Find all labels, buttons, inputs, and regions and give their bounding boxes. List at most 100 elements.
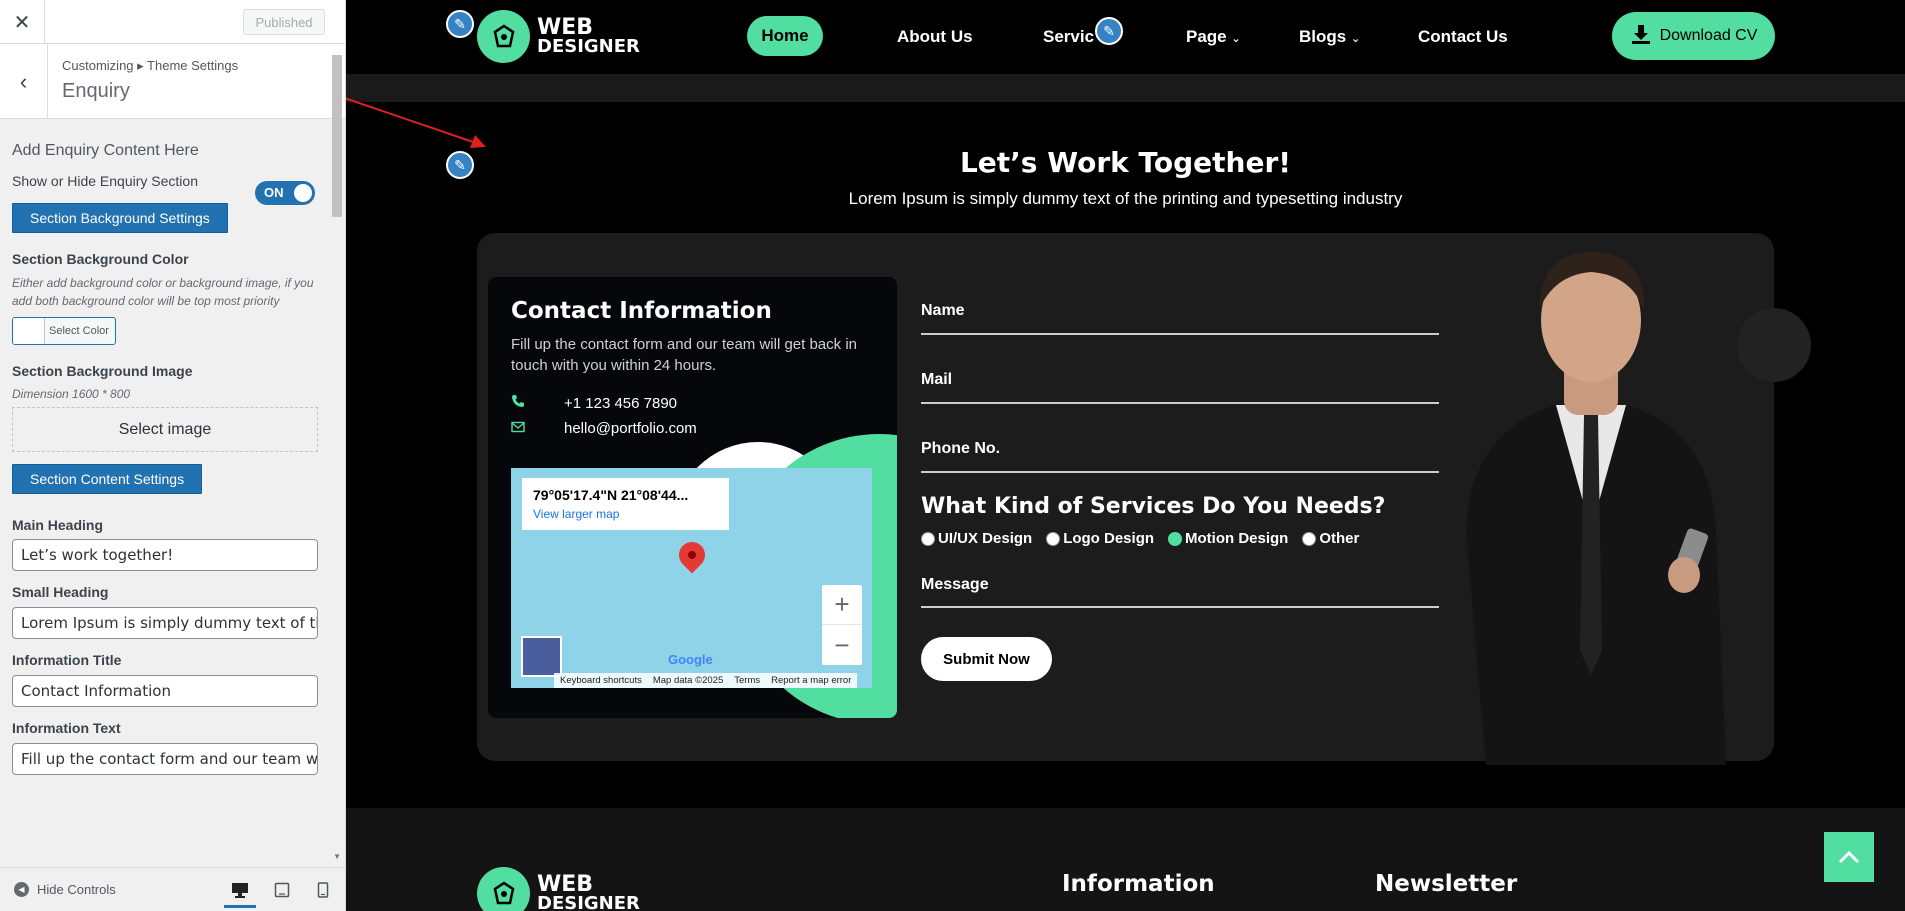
toggle-label: ON	[264, 185, 284, 200]
radio-label: Motion Design	[1185, 530, 1289, 547]
customizer-footer: ◀ Hide Controls	[0, 867, 345, 911]
logo-line-2: DESIGNER	[537, 35, 640, 57]
bg-settings-button[interactable]: Section Background Settings	[12, 203, 228, 233]
close-icon[interactable]: ✕	[0, 0, 45, 44]
google-map[interactable]: 79°05'17.4"N 21°08'44... View larger map…	[511, 468, 872, 688]
enquiry-subtitle: Lorem Ipsum is simply dummy text of the …	[848, 189, 1403, 208]
download-cv-button[interactable]: Download CV	[1612, 12, 1775, 60]
customizer-controls: Add Enquiry Content Here Show or Hide En…	[0, 142, 330, 775]
map-layer-thumbnail[interactable]	[521, 636, 562, 677]
terms-link[interactable]: Terms	[734, 675, 760, 686]
services-radio-group: UI/UX Design Logo Design Motion Design O…	[921, 530, 1365, 547]
nav-page-label: Page	[1186, 27, 1227, 46]
chevron-down-icon: ⌄	[1350, 33, 1361, 45]
site-preview: WEB DESIGNER Home About Us Servic Page ⌄…	[346, 0, 1905, 911]
radio-label: Logo Design	[1063, 530, 1155, 547]
show-hide-toggle[interactable]: ON	[255, 181, 315, 205]
radio-logo-design[interactable]: Logo Design	[1046, 530, 1154, 547]
view-larger-map-link[interactable]: View larger map	[533, 507, 718, 521]
select-image-button[interactable]: Select image	[12, 407, 318, 452]
radio-ui-ux[interactable]: UI/UX Design	[921, 530, 1032, 547]
select-color-button[interactable]: Select Color	[12, 317, 116, 345]
message-field-label: Message	[921, 576, 989, 593]
nav-blogs[interactable]: Blogs ⌄	[1299, 27, 1360, 47]
published-button[interactable]: Published	[243, 9, 325, 35]
logo-badge-icon	[477, 867, 530, 911]
site-logo[interactable]: WEB DESIGNER	[477, 10, 640, 63]
report-map-error-link[interactable]: Report a map error	[771, 675, 851, 686]
logo-line-2: DESIGNER	[537, 892, 640, 911]
nav-page[interactable]: Page ⌄	[1186, 27, 1241, 47]
zoom-in-icon[interactable]: +	[822, 585, 862, 625]
footer-logo[interactable]: WEB DESIGNER	[477, 867, 640, 911]
radio-label: Other	[1319, 530, 1360, 547]
contact-info-box: Contact Information Fill up the contact …	[488, 277, 897, 718]
radio-other[interactable]: Other	[1302, 530, 1359, 547]
mail-input[interactable]	[921, 402, 1439, 404]
customizer-sidebar: ✕ Published ‹ Customizing ▸ Theme Settin…	[0, 0, 346, 911]
map-zoom-controls: + −	[822, 585, 862, 665]
map-coordinates: 79°05'17.4"N 21°08'44...	[533, 487, 689, 503]
map-info-card: 79°05'17.4"N 21°08'44... View larger map	[522, 478, 729, 530]
submit-button[interactable]: Submit Now	[921, 637, 1052, 681]
edit-shortcut-pencil-icon[interactable]: ✎	[446, 10, 474, 38]
info-title-input[interactable]: Contact Information	[12, 675, 318, 707]
toggle-knob	[294, 184, 312, 202]
email-address[interactable]: hello@portfolio.com	[564, 420, 697, 437]
logo-line-1: WEB	[537, 871, 594, 897]
tablet-preview-icon[interactable]	[272, 880, 292, 900]
name-input[interactable]	[921, 333, 1439, 335]
info-text-label: Information Text	[12, 720, 121, 736]
desktop-preview-icon[interactable]	[224, 880, 256, 908]
services-question: What Kind of Services Do You Needs?	[921, 494, 1386, 519]
bg-image-description: Dimension 1600 * 800	[12, 387, 131, 401]
name-field-label: Name	[921, 302, 965, 319]
radio-motion-design[interactable]: Motion Design	[1168, 530, 1288, 547]
customizer-top-bar: ✕ Published	[0, 0, 345, 44]
site-header: WEB DESIGNER Home About Us Servic Page ⌄…	[346, 0, 1905, 74]
scroll-to-top-chevron-up-icon[interactable]	[1824, 832, 1874, 882]
bg-color-description: Either add background color or backgroun…	[12, 276, 314, 308]
nav-blogs-label: Blogs	[1299, 27, 1347, 46]
envelope-icon	[511, 420, 564, 437]
keyboard-shortcuts-link[interactable]: Keyboard shortcuts	[560, 675, 642, 686]
edit-shortcut-pencil-icon[interactable]: ✎	[1095, 17, 1123, 45]
nav-home[interactable]: Home	[747, 16, 823, 56]
nav-services[interactable]: Servic	[1043, 27, 1094, 47]
mail-field-label: Mail	[921, 371, 953, 388]
decorative-circle	[1737, 308, 1811, 382]
header-strip	[346, 74, 1905, 102]
info-text-input[interactable]: Fill up the contact form and our team wi…	[12, 743, 318, 775]
annotation-arrow-icon	[346, 97, 486, 148]
phone-number[interactable]: +1 123 456 7890	[564, 395, 677, 412]
small-heading-input[interactable]: Lorem Ipsum is simply dummy text of the …	[12, 607, 318, 639]
edit-shortcut-pencil-icon[interactable]: ✎	[446, 151, 474, 179]
mobile-preview-icon[interactable]	[313, 880, 333, 900]
back-chevron-icon[interactable]: ‹	[0, 44, 48, 119]
footer-newsletter-heading: Newsletter	[1375, 871, 1518, 897]
hide-controls-button[interactable]: ◀ Hide Controls	[14, 882, 116, 897]
map-pin-icon[interactable]	[673, 536, 711, 574]
section-title: Enquiry	[62, 80, 130, 102]
main-heading-input[interactable]: Let’s work together!	[12, 539, 318, 571]
zoom-out-icon[interactable]: −	[822, 625, 862, 665]
message-textarea[interactable]	[921, 606, 1439, 608]
phone-icon	[511, 394, 564, 412]
nav-about[interactable]: About Us	[897, 27, 973, 47]
logo-badge-icon	[477, 10, 530, 63]
portrait-image	[1466, 251, 1726, 765]
radio-dot	[1046, 531, 1061, 546]
footer-information-heading: Information	[1062, 871, 1215, 897]
phone-field-label: Phone No.	[921, 440, 1001, 457]
nav-contact[interactable]: Contact Us	[1418, 27, 1508, 47]
main-heading-label: Main Heading	[12, 517, 104, 533]
contact-email: hello@portfolio.com	[511, 420, 697, 437]
bg-image-label: Section Background Image	[12, 363, 193, 379]
contact-phone: +1 123 456 7890	[511, 394, 677, 412]
color-swatch	[13, 318, 45, 344]
map-data-text: Map data ©2025	[652, 675, 724, 686]
sidebar-scrollbar[interactable]	[332, 55, 342, 217]
phone-input[interactable]	[921, 471, 1439, 473]
content-settings-button[interactable]: Section Content Settings	[12, 464, 203, 494]
scroll-down-arrow-icon[interactable]: ▼	[333, 852, 341, 861]
